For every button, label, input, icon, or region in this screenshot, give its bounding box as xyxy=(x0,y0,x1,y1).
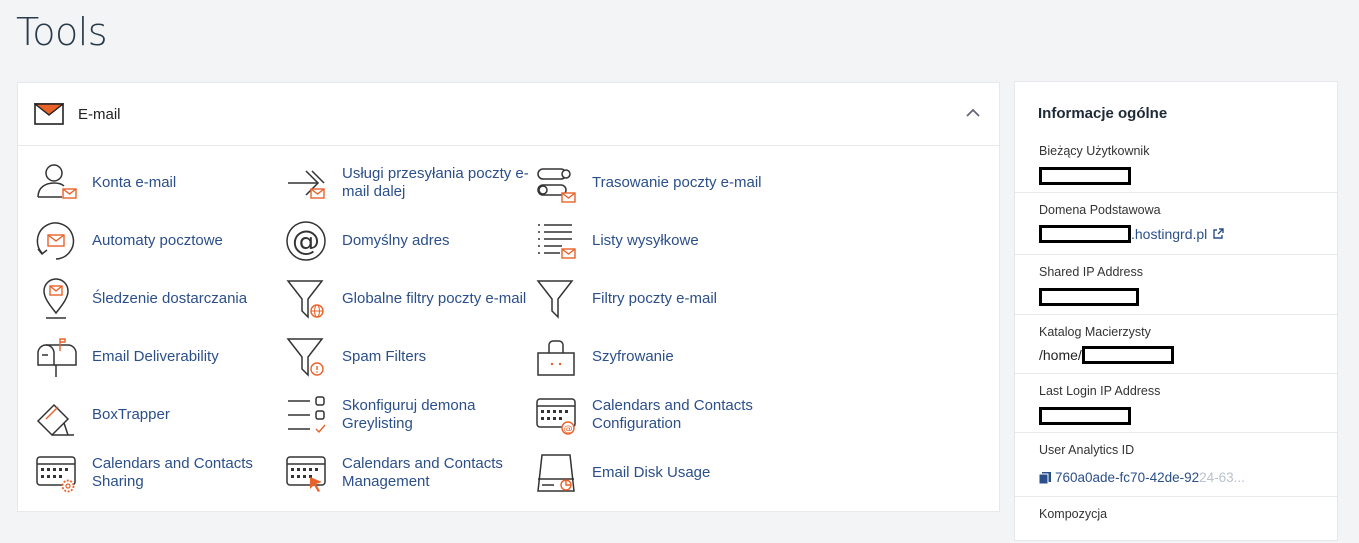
redacted-home-dir xyxy=(1081,346,1174,364)
forwarders-item[interactable]: Usługi przesyłania poczty e-mail dalej xyxy=(284,161,534,205)
encryption-item[interactable]: Szyfrowanie xyxy=(534,335,774,379)
copy-icon[interactable] xyxy=(1039,471,1051,484)
default-address-item[interactable]: @ Domyślny adres xyxy=(284,219,524,263)
at-sign-icon: @ xyxy=(286,221,326,261)
external-link-icon[interactable] xyxy=(1212,228,1224,240)
calendar-gear-icon xyxy=(36,456,76,493)
encryption-label: Szyfrowanie xyxy=(592,348,674,365)
disk-usage-label: Email Disk Usage xyxy=(592,464,711,481)
email-routing-item[interactable]: Trasowanie poczty e-mail xyxy=(534,161,774,205)
default-address-label: Domyślny adres xyxy=(342,232,450,249)
email-filters-item[interactable]: Filtry poczty e-mail xyxy=(534,277,774,321)
home-dir-field: Katalog Macierzysty /home/ xyxy=(1015,314,1337,374)
greylisting-label: Skonfiguruj demona Greylisting xyxy=(342,397,476,432)
box-trap-icon xyxy=(36,403,74,437)
funnel-globe-icon xyxy=(286,280,324,319)
checklist-icon xyxy=(288,396,326,434)
email-accounts-item[interactable]: Konta e-mail xyxy=(34,161,274,205)
email-filters-label: Filtry poczty e-mail xyxy=(592,290,718,307)
analytics-label: User Analytics ID xyxy=(1039,443,1135,457)
spam-filters-item[interactable]: Spam Filters xyxy=(284,335,524,379)
redacted-username xyxy=(1039,167,1131,185)
composition-field: Kompozycja xyxy=(1015,496,1337,543)
greylisting-item[interactable]: Skonfiguruj demona Greylisting xyxy=(284,393,524,437)
autoresponders-item[interactable]: Automaty pocztowe xyxy=(34,219,274,263)
current-user-label: Bieżący Użytkownik xyxy=(1039,144,1150,158)
autoresponders-label: Automaty pocztowe xyxy=(92,232,223,249)
home-dir-label: Katalog Macierzysty xyxy=(1039,325,1151,339)
email-section-title: E-mail xyxy=(78,105,121,123)
disk-usage-item[interactable]: Email Disk Usage xyxy=(534,451,774,495)
redacted-domain xyxy=(1039,225,1131,243)
calendar-at-icon: @ xyxy=(536,398,576,435)
email-accounts-label: Konta e-mail xyxy=(92,174,177,191)
mailing-lists-icon xyxy=(538,224,576,259)
current-user-field: Bieżący Użytkownik xyxy=(1015,134,1337,192)
redacted-last-login-ip xyxy=(1039,407,1131,425)
email-routing-label: Trasowanie poczty e-mail xyxy=(592,174,762,191)
composition-label: Kompozycja xyxy=(1039,507,1108,521)
general-info-title: Informacje ogólne xyxy=(1038,105,1168,122)
page-title: Tools xyxy=(16,10,108,54)
deliverability-label: Email Deliverability xyxy=(92,348,219,365)
map-pin-icon xyxy=(43,278,69,319)
funnel-warning-icon xyxy=(286,338,324,377)
analytics-field: User Analytics ID 760a0ade-fc70-42de-92 2… xyxy=(1015,432,1337,497)
redacted-shared-ip xyxy=(1039,288,1139,306)
email-routing-icon xyxy=(537,168,576,203)
global-filters-label: Globalne filtry poczty e-mail xyxy=(342,290,527,307)
svg-text:@: @ xyxy=(564,425,573,435)
calendar-config-item[interactable]: @ Calendars and Contacts Configuration xyxy=(534,393,774,437)
analytics-id[interactable]: 760a0ade-fc70-42de-92 xyxy=(1055,470,1199,485)
disk-drive-icon xyxy=(537,454,575,492)
autoresponders-icon xyxy=(36,222,75,260)
shared-ip-field: Shared IP Address xyxy=(1015,254,1337,315)
calendar-management-label: Calendars and Contacts Management xyxy=(342,455,503,490)
global-filters-item[interactable]: Globalne filtry poczty e-mail xyxy=(284,277,544,321)
spam-filters-label: Spam Filters xyxy=(342,348,427,365)
svg-text:@: @ xyxy=(292,224,320,257)
last-login-label: Last Login IP Address xyxy=(1039,384,1161,398)
forwarders-icon xyxy=(288,170,325,199)
calendar-sharing-label: Calendars and Contacts Sharing xyxy=(92,455,253,490)
track-delivery-item[interactable]: Śledzenie dostarczania xyxy=(34,277,274,321)
padlock-icon xyxy=(537,340,575,376)
primary-domain-label: Domena Podstawowa xyxy=(1039,203,1161,217)
analytics-id-faded: 24-63... xyxy=(1199,470,1245,485)
primary-domain-link[interactable]: .hostingrd.pl xyxy=(1039,225,1224,243)
boxtrapper-label: BoxTrapper xyxy=(92,406,170,423)
mailing-lists-item[interactable]: Listy wysyłkowe xyxy=(534,219,774,263)
email-panel: E-mail Konta e-mail Usługi przesyłania p… xyxy=(17,82,1000,512)
email-panel-header[interactable]: E-mail xyxy=(18,83,999,146)
mailbox-icon xyxy=(37,338,77,377)
deliverability-item[interactable]: Email Deliverability xyxy=(34,335,274,379)
boxtrapper-item[interactable]: BoxTrapper xyxy=(34,393,274,437)
envelope-icon xyxy=(34,103,64,125)
primary-domain-field: Domena Podstawowa .hostingrd.pl xyxy=(1015,192,1337,255)
funnel-icon xyxy=(536,280,574,319)
forwarders-label: Usługi przesyłania poczty e-mail dalej xyxy=(342,165,529,200)
calendar-sharing-item[interactable]: Calendars and Contacts Sharing xyxy=(34,451,274,495)
primary-domain-suffix: .hostingrd.pl xyxy=(1131,226,1208,242)
calendar-config-label: Calendars and Contacts Configuration xyxy=(592,397,753,432)
general-info-panel: Informacje ogólne Bieżący Użytkownik Dom… xyxy=(1014,81,1338,541)
calendar-management-item[interactable]: Calendars and Contacts Management xyxy=(284,451,524,495)
email-accounts-icon xyxy=(37,164,77,199)
calendar-cursor-icon xyxy=(286,456,326,492)
chevron-up-icon[interactable] xyxy=(965,105,981,121)
mailing-lists-label: Listy wysyłkowe xyxy=(592,232,699,249)
track-delivery-label: Śledzenie dostarczania xyxy=(92,290,248,307)
shared-ip-label: Shared IP Address xyxy=(1039,265,1144,279)
last-login-field: Last Login IP Address xyxy=(1015,373,1337,433)
home-dir-prefix: /home/ xyxy=(1039,347,1082,363)
